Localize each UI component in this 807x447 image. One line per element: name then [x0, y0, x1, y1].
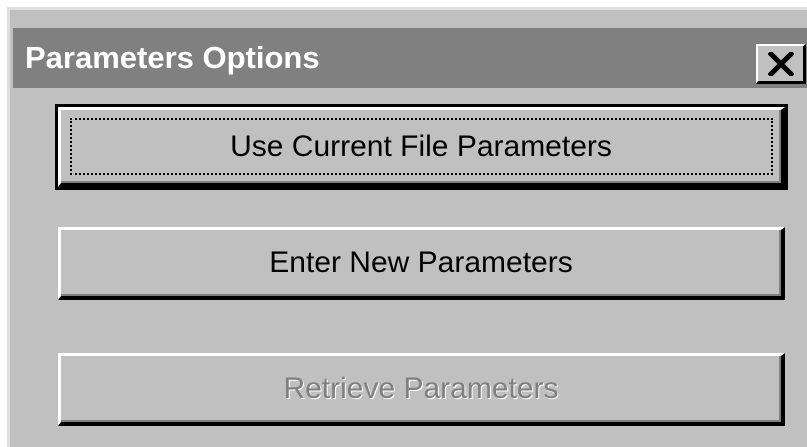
dialog-title: Parameters Options [25, 40, 320, 75]
close-button[interactable] [756, 44, 806, 84]
parameters-options-dialog: Parameters Options Use Current File Para… [7, 7, 807, 447]
retrieve-parameters-label: Retrieve Parameters [283, 372, 559, 405]
retrieve-parameters-button[interactable]: Retrieve Parameters [58, 353, 785, 426]
title-bar: Parameters Options [13, 28, 807, 88]
use-current-file-parameters-button[interactable]: Use Current File Parameters [55, 104, 788, 190]
enter-new-parameters-label: Enter New Parameters [269, 246, 573, 279]
use-current-file-parameters-label: Use Current File Parameters [230, 129, 612, 163]
enter-new-parameters-button[interactable]: Enter New Parameters [58, 227, 785, 300]
close-icon [767, 51, 794, 76]
